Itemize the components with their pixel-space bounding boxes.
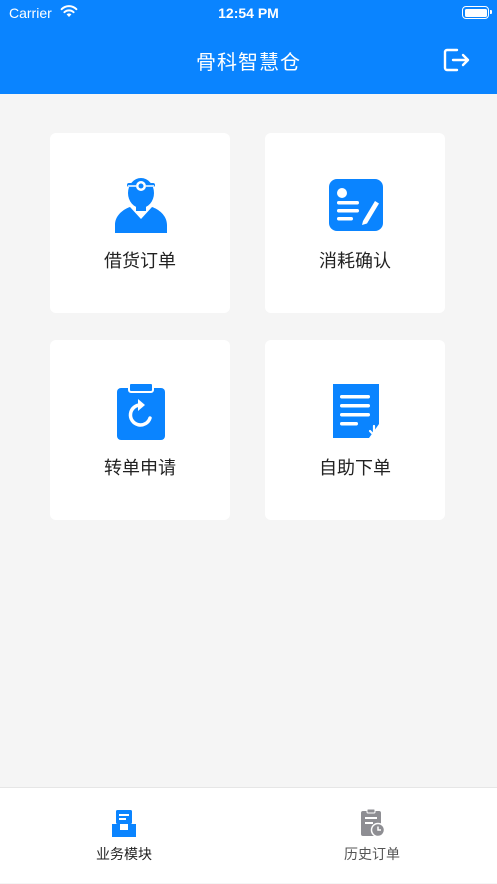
- document-download-icon: [333, 384, 380, 438]
- id-card-edit-icon: [329, 179, 383, 231]
- battery-icon: [462, 6, 492, 19]
- module-label: 自助下单: [319, 458, 391, 479]
- modules-tab-icon: [112, 810, 136, 837]
- module-card-self-order[interactable]: 自助下单: [265, 340, 445, 520]
- page-title: 骨科智慧仓: [196, 50, 301, 74]
- tab-business-modules[interactable]: 业务模块: [0, 788, 248, 884]
- tab-order-history[interactable]: 历史订单: [248, 788, 496, 884]
- module-label: 消耗确认: [319, 251, 391, 272]
- module-label: 借货订单: [104, 251, 176, 272]
- module-card-transfer-request[interactable]: 转单申请: [50, 340, 230, 520]
- app-screen: Carrier 12:54 PM 骨科智慧仓 借货订单 消耗确认 转单申请 自助…: [0, 0, 497, 883]
- status-bar: Carrier 12:54 PM: [0, 0, 497, 26]
- module-card-borrow-order[interactable]: 借货订单: [50, 133, 230, 313]
- logout-icon[interactable]: [441, 45, 471, 75]
- tab-bar: 业务模块 历史订单: [0, 787, 497, 883]
- clipboard-refresh-icon: [117, 382, 165, 440]
- tab-label: 历史订单: [344, 847, 400, 863]
- clock: 12:54 PM: [218, 5, 279, 21]
- tab-label: 业务模块: [96, 847, 152, 863]
- doctor-icon: [115, 178, 167, 233]
- module-label: 转单申请: [104, 458, 176, 479]
- nav-header: Carrier 12:54 PM 骨科智慧仓: [0, 0, 497, 94]
- history-tab-icon: [361, 808, 386, 838]
- module-card-consumption-confirm[interactable]: 消耗确认: [265, 133, 445, 313]
